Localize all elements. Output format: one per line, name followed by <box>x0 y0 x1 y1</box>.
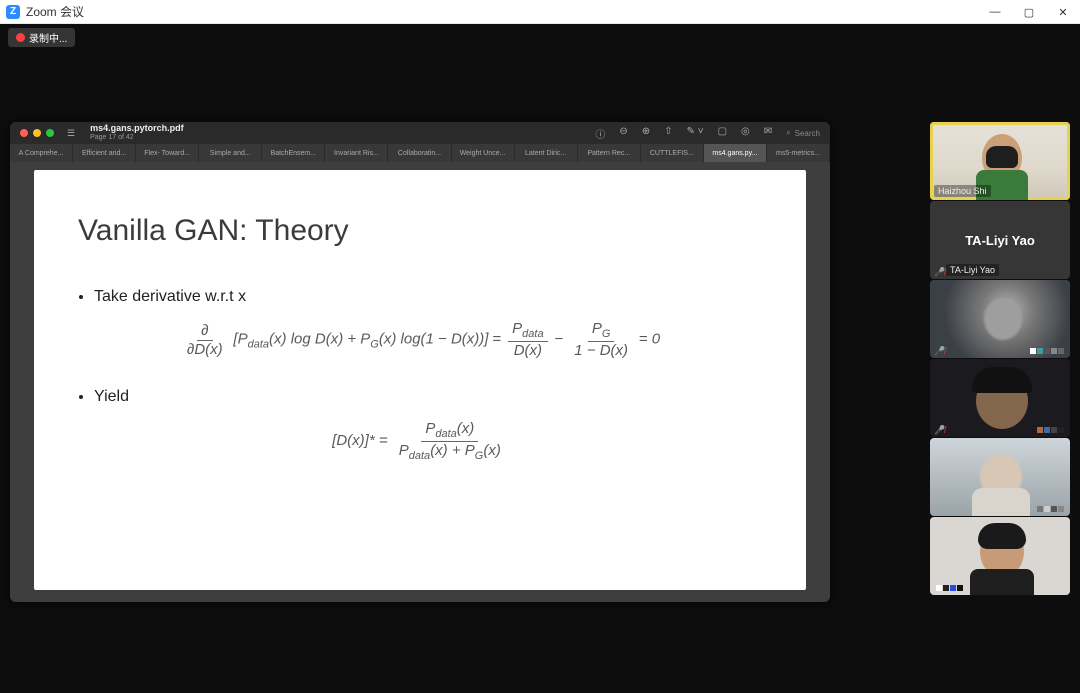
window-controls: — ▢ ✕ <box>978 0 1080 24</box>
participant-name: TA-Liyi Yao <box>946 264 999 276</box>
pdf-tab[interactable]: Efficient and... <box>73 144 136 162</box>
pdf-tab[interactable]: Latent Diric... <box>515 144 578 162</box>
info-icon[interactable]: ⓘ <box>595 126 605 141</box>
fullscreen-icon[interactable]: ▢ <box>718 126 727 141</box>
recording-label: 录制中... <box>29 30 67 45</box>
slide-bullet: Yield <box>94 388 762 406</box>
window-title: Zoom 会议 <box>26 3 84 20</box>
name-pixelation <box>936 585 963 591</box>
recording-indicator[interactable]: 录制中... <box>8 28 75 47</box>
share-up-icon[interactable]: ⇧ <box>664 126 672 141</box>
close-button[interactable]: ✕ <box>1046 0 1080 24</box>
pdf-search-placeholder[interactable]: Search <box>795 129 820 138</box>
participant-tile[interactable] <box>930 438 1070 516</box>
participant-video <box>930 359 1070 437</box>
pdf-tab[interactable]: Collaboratin... <box>388 144 451 162</box>
zoom-app-icon: Z <box>6 5 20 19</box>
participant-video <box>930 438 1070 516</box>
mac-minimize-icon[interactable] <box>33 129 41 137</box>
meeting-content: 录制中... ☰ ms4.gans.pytorch.pdf Page 17 of… <box>0 24 1080 693</box>
slide-bullet: Take derivative w.r.t x <box>94 288 762 306</box>
pdf-tab[interactable]: BatchEnsem... <box>262 144 325 162</box>
annotate-icon[interactable]: ✎ ˅ <box>687 126 704 141</box>
participant-video <box>930 280 1070 358</box>
name-pixelation <box>1037 506 1064 512</box>
shared-window: ☰ ms4.gans.pytorch.pdf Page 17 of 42 ⓘ ⊖… <box>10 122 830 602</box>
participant-tile[interactable]: 🎤̸ <box>930 359 1070 437</box>
participant-name: Haizhou Shi <box>934 185 991 197</box>
mute-icon: 🎤̸ <box>934 346 943 355</box>
mac-zoom-icon[interactable] <box>46 129 54 137</box>
app-window: Z Zoom 会议 — ▢ ✕ 录制中... ☰ <box>0 0 1080 693</box>
mail-icon[interactable]: ✉ <box>764 126 772 141</box>
pdf-tab[interactable]: Weight Unce... <box>452 144 515 162</box>
participant-tile[interactable]: Haizhou Shi <box>930 122 1070 200</box>
pdf-tabs: A Comprehe... Efficient and... Flex- Tow… <box>10 144 830 162</box>
pdf-toolbar: ⓘ ⊖ ⊕ ⇧ ✎ ˅ ▢ ◎ ✉ ⌕ Search <box>595 126 820 141</box>
participant-tile[interactable] <box>930 517 1070 595</box>
record-icon <box>16 33 25 42</box>
zoom-in-icon[interactable]: ⊕ <box>642 126 650 141</box>
pdf-page-indicator: Page 17 of 42 <box>90 134 184 142</box>
pdf-tab-active[interactable]: ms4.gans.py... <box>704 144 767 162</box>
slide-page: Vanilla GAN: Theory Take derivative w.r.… <box>34 170 806 590</box>
participants-strip: Haizhou Shi TA-Liyi Yao 🎤̸ TA-Liyi Yao 🎤… <box>930 122 1070 683</box>
mac-close-icon[interactable] <box>20 129 28 137</box>
mute-icon: 🎤̸ <box>934 425 943 434</box>
mute-icon: 🎤̸ <box>934 267 943 276</box>
participant-tile[interactable]: TA-Liyi Yao 🎤̸ TA-Liyi Yao <box>930 201 1070 279</box>
pdf-document-title: ms4.gans.pytorch.pdf <box>90 124 184 134</box>
pdf-tab[interactable]: Invariant Ris... <box>325 144 388 162</box>
participant-tile[interactable]: 🎤̸ <box>930 280 1070 358</box>
slide-formula-1: ∂∂D(x) [Pdata(x) log D(x) + PG(x) log(1 … <box>78 320 762 360</box>
titlebar[interactable]: Z Zoom 会议 — ▢ ✕ <box>0 0 1080 24</box>
mac-titlebar: ☰ ms4.gans.pytorch.pdf Page 17 of 42 ⓘ ⊖… <box>10 122 830 144</box>
pdf-tab[interactable]: Pattern Rec... <box>578 144 641 162</box>
slide-formula-2: [D(x)]* = Pdata(x) Pdata(x) + PG(x) <box>78 420 762 463</box>
slide-title: Vanilla GAN: Theory <box>78 214 762 248</box>
name-pixelation <box>1037 427 1064 433</box>
pdf-tab[interactable]: Simple and... <box>199 144 262 162</box>
circle-icon[interactable]: ◎ <box>741 126 750 141</box>
maximize-button[interactable]: ▢ <box>1012 0 1046 24</box>
pdf-tab[interactable]: A Comprehe... <box>10 144 73 162</box>
name-pixelation <box>1030 348 1064 354</box>
pdf-tab[interactable]: Flex- Toward... <box>136 144 199 162</box>
pdf-tab[interactable]: CUTTLEFIS... <box>641 144 704 162</box>
zoom-out-icon[interactable]: ⊖ <box>619 126 627 141</box>
pdf-tab[interactable]: ms5-metrics... <box>767 144 830 162</box>
minimize-button[interactable]: — <box>978 0 1012 24</box>
shared-screen-area[interactable]: ☰ ms4.gans.pytorch.pdf Page 17 of 42 ⓘ ⊖… <box>10 60 920 683</box>
participant-video <box>930 517 1070 595</box>
search-icon[interactable]: ⌕ <box>786 128 790 138</box>
